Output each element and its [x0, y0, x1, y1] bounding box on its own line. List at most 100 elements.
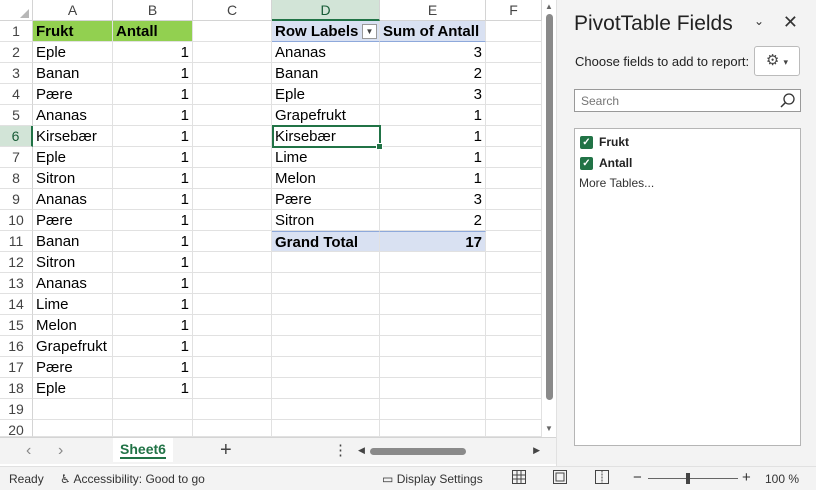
cell-e5[interactable]: 1 [380, 105, 486, 126]
cell-d11[interactable]: Grand Total [272, 231, 380, 252]
row-number[interactable]: 4 [0, 84, 33, 105]
row-number[interactable]: 6 [0, 126, 33, 147]
zoom-slider-thumb[interactable] [686, 473, 690, 484]
normal-view-icon[interactable] [512, 470, 526, 487]
row-number[interactable]: 12 [0, 252, 33, 273]
row-number[interactable]: 9 [0, 189, 33, 210]
cell-f2[interactable] [486, 42, 542, 63]
cell-c9[interactable] [193, 189, 272, 210]
field-item-frukt[interactable]: ✓ Frukt [580, 132, 629, 152]
cell-d3[interactable]: Banan [272, 63, 380, 84]
cell-a3[interactable]: Banan [33, 63, 113, 84]
display-settings-button[interactable]: ▭ Display Settings [382, 472, 483, 486]
cell-a15[interactable]: Melon [33, 315, 113, 336]
cell-a2[interactable]: Eple [33, 42, 113, 63]
accessibility-status[interactable]: ♿︎ Accessibility: Good to go [60, 472, 205, 486]
cell-f1[interactable] [486, 21, 542, 42]
zoom-out-icon[interactable]: − [633, 469, 642, 486]
cell-b6[interactable]: 1 [113, 126, 193, 147]
scroll-right-icon[interactable]: ▶ [533, 445, 540, 456]
vertical-scroll-thumb[interactable] [546, 14, 553, 400]
cell-e18[interactable] [380, 378, 486, 399]
cell-c13[interactable] [193, 273, 272, 294]
cell-c5[interactable] [193, 105, 272, 126]
cell-c20[interactable] [193, 420, 272, 437]
cell-b12[interactable]: 1 [113, 252, 193, 273]
cell-c1[interactable] [193, 21, 272, 42]
cell-a11[interactable]: Banan [33, 231, 113, 252]
cell-a5[interactable]: Ananas [33, 105, 113, 126]
cell-f15[interactable] [486, 315, 542, 336]
scroll-left-icon[interactable]: ◀ [358, 445, 365, 456]
cell-f20[interactable] [486, 420, 542, 437]
cell-a8[interactable]: Sitron [33, 168, 113, 189]
cell-e12[interactable] [380, 252, 486, 273]
cell-e11[interactable]: 17 [380, 231, 486, 252]
column-header-d[interactable]: D [272, 0, 380, 21]
cell-d2[interactable]: Ananas [272, 42, 380, 63]
cell-b2[interactable]: 1 [113, 42, 193, 63]
cell-d17[interactable] [272, 357, 380, 378]
cell-c10[interactable] [193, 210, 272, 231]
cell-f4[interactable] [486, 84, 542, 105]
page-break-icon[interactable] [595, 470, 609, 487]
cell-b7[interactable]: 1 [113, 147, 193, 168]
cell-b5[interactable]: 1 [113, 105, 193, 126]
cell-d20[interactable] [272, 420, 380, 437]
row-number[interactable]: 20 [0, 420, 33, 438]
cell-a20[interactable] [33, 420, 113, 437]
cell-f6[interactable] [486, 126, 542, 147]
row-number[interactable]: 11 [0, 231, 33, 252]
gear-settings-button[interactable]: ⚙ ▾ [754, 46, 800, 76]
search-icon[interactable] [779, 92, 796, 114]
search-input[interactable] [575, 90, 765, 111]
cell-f17[interactable] [486, 357, 542, 378]
cell-b8[interactable]: 1 [113, 168, 193, 189]
row-number[interactable]: 8 [0, 168, 33, 189]
cell-d16[interactable] [272, 336, 380, 357]
cell-a4[interactable]: Pære [33, 84, 113, 105]
column-header-c[interactable]: C [193, 0, 272, 21]
add-sheet-icon[interactable]: + [220, 439, 232, 462]
cell-e20[interactable] [380, 420, 486, 437]
cell-b16[interactable]: 1 [113, 336, 193, 357]
pane-options-chevron-icon[interactable]: ⌄ [754, 14, 764, 28]
cell-a1[interactable]: Frukt [33, 21, 113, 42]
cell-d1[interactable]: Row Labels ▼ [272, 21, 380, 42]
cell-c16[interactable] [193, 336, 272, 357]
zoom-slider[interactable] [648, 478, 738, 479]
cell-b14[interactable]: 1 [113, 294, 193, 315]
cell-e10[interactable]: 2 [380, 210, 486, 231]
cell-e6[interactable]: 1 [380, 126, 486, 147]
field-search-box[interactable] [574, 89, 801, 112]
cell-f19[interactable] [486, 399, 542, 420]
cell-f12[interactable] [486, 252, 542, 273]
cell-f7[interactable] [486, 147, 542, 168]
cell-e1[interactable]: Sum of Antall [380, 21, 486, 42]
row-number[interactable]: 10 [0, 210, 33, 231]
cell-c11[interactable] [193, 231, 272, 252]
cell-e3[interactable]: 2 [380, 63, 486, 84]
cell-b18[interactable]: 1 [113, 378, 193, 399]
cell-b20[interactable] [113, 420, 193, 437]
checkbox-checked-icon[interactable]: ✓ [580, 136, 593, 150]
cell-d4[interactable]: Eple [272, 84, 380, 105]
horizontal-scroll-thumb[interactable] [370, 448, 466, 455]
column-header-e[interactable]: E [380, 0, 486, 21]
cell-a18[interactable]: Eple [33, 378, 113, 399]
more-tables-link[interactable]: More Tables... [579, 176, 654, 190]
cell-a9[interactable]: Ananas [33, 189, 113, 210]
cell-d6[interactable]: Kirsebær [272, 126, 380, 147]
row-number[interactable]: 7 [0, 147, 33, 168]
cell-c12[interactable] [193, 252, 272, 273]
cell-a7[interactable]: Eple [33, 147, 113, 168]
row-number[interactable]: 17 [0, 357, 33, 378]
cell-e7[interactable]: 1 [380, 147, 486, 168]
cell-d10[interactable]: Sitron [272, 210, 380, 231]
cell-e8[interactable]: 1 [380, 168, 486, 189]
row-number[interactable]: 16 [0, 336, 33, 357]
sheet-tab-sheet6[interactable]: Sheet6 [113, 438, 173, 462]
close-icon[interactable]: ✕ [783, 12, 798, 33]
cell-f11[interactable] [486, 231, 542, 252]
cell-e4[interactable]: 3 [380, 84, 486, 105]
